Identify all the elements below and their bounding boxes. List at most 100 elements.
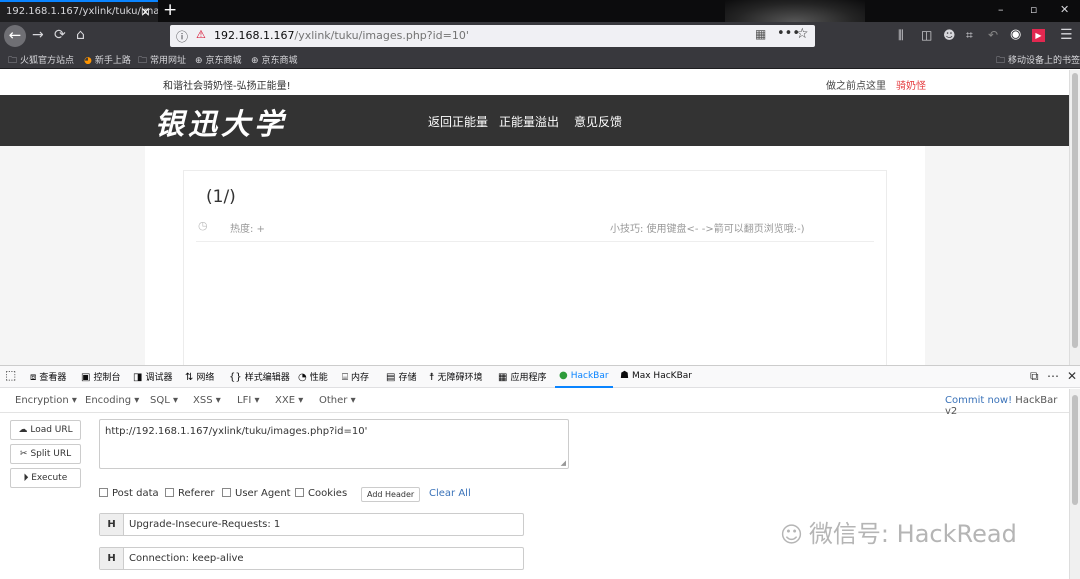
bookmark-item[interactable]: 🗀 火狐官方站点 [8,53,74,69]
extension-icon[interactable]: ◉ [1010,27,1021,43]
bookmark-item[interactable]: 🗀 常用网址 [138,53,186,69]
menu-xss[interactable]: XSS ▾ [193,395,221,406]
menu-encoding[interactable]: Encoding ▾ [85,395,139,406]
commit-link[interactable]: Commit now! HackBar v2 [945,395,1069,417]
forward-button[interactable]: → [32,27,44,43]
referer-checkbox[interactable]: Referer [165,488,214,499]
screenshot-icon[interactable]: ⌗ [966,27,973,43]
tab-hackbar[interactable]: ● HackBar [555,370,613,388]
bookmark-label: 火狐官方站点 [20,56,75,66]
load-url-label: Load URL [30,425,73,435]
header-value[interactable]: Upgrade-Insecure-Requests: 1 [129,519,280,530]
insecure-connection-icon[interactable]: ⚠ [196,28,206,41]
address-text[interactable]: 192.168.1.167/yxlink/tuku/images.php?id=… [214,29,469,42]
header-value[interactable]: Connection: keep-alive [129,553,244,564]
menu-other[interactable]: Other ▾ [319,395,356,406]
minimize-button[interactable]: – [998,3,1004,16]
clock-icon: ◷ [198,219,208,232]
load-url-button[interactable]: ☁ Load URL [10,420,81,440]
tab-style-editor[interactable]: {} 样式编辑器 [229,370,290,383]
post-data-checkbox[interactable]: Post data [99,488,159,499]
execute-button[interactable]: ⏵ Execute [10,468,81,488]
menu-encryption[interactable]: Encryption ▾ [15,395,77,406]
back-button[interactable]: ← [4,25,26,47]
tab-accessibility[interactable]: ☨ 无障碍环境 [429,370,482,383]
globe-icon: ⊕ [195,56,203,66]
tab-debugger[interactable]: ◨ 调试器 [133,370,172,383]
browser-tab[interactable]: 192.168.1.167/yxlink/tuku/imag × [0,0,158,22]
record-extension-icon[interactable]: ▶ [1032,29,1045,42]
bookmark-star-icon[interactable]: ☆ [796,26,809,42]
checkbox-box[interactable] [222,488,231,497]
watermark-text: 微信号: HackRead [808,520,1017,548]
nav-link-feedback[interactable]: 意见反馈 [574,113,622,130]
add-header-button[interactable]: Add Header [361,487,421,502]
application-icon: ▦ [498,372,508,383]
sidebar-icon[interactable]: ◫ [921,27,932,43]
scissors-icon: ✂ [19,449,28,459]
wechat-icon: ☺ [780,523,803,548]
page-scrollbar[interactable] [1069,70,1080,365]
resize-grip-icon[interactable]: ◢ [561,459,566,467]
tab-label: 样式编辑器 [244,373,290,383]
bookmark-item[interactable]: ⊕ 京东商城 [251,53,298,66]
nav-link-overflow[interactable]: 正能量溢出 [499,113,559,130]
home-button[interactable]: ⌂ [76,27,85,43]
scrollbar-thumb[interactable] [1072,395,1078,505]
tab-performance[interactable]: ◔ 性能 [298,370,328,383]
menu-xxe[interactable]: XXE ▾ [275,395,303,406]
hackbar-icon: ● [559,370,568,381]
qr-code-icon[interactable]: ▦ [755,27,766,41]
tab-application[interactable]: ▦ 应用程序 [498,370,546,383]
dock-toggle-icon[interactable]: ⧉ [1030,369,1039,384]
checkbox-box[interactable] [295,488,304,497]
prerequisite-link[interactable]: 做之前点这里 [826,77,886,92]
url-textarea-value: http://192.168.1.167/yxlink/tuku/images.… [105,426,368,437]
menu-lfi[interactable]: LFI ▾ [237,395,259,406]
heat-label: 热度: + [230,224,265,235]
bookmark-label: 新手上路 [94,56,131,66]
checkbox-box[interactable] [99,488,108,497]
user-agent-checkbox[interactable]: User Agent [222,488,291,499]
info-icon[interactable]: ⓘ [176,28,188,45]
cookies-checkbox[interactable]: Cookies [295,488,347,499]
tab-storage[interactable]: ▤ 存储 [386,370,416,383]
tab-close-icon[interactable]: × [140,5,151,20]
address-bar[interactable]: ⓘ ⚠ 192.168.1.167/yxlink/tuku/images.php… [170,25,815,47]
reload-button[interactable]: ⟳ [54,27,66,43]
pick-element-icon[interactable]: ⬚ [5,368,16,382]
menu-button[interactable]: ☰ [1060,27,1073,43]
split-url-button[interactable]: ✂ Split URL [10,444,81,464]
clear-all-link[interactable]: Clear All [429,488,471,499]
tab-max-hackbar[interactable]: ☗ Max HacKBar [620,370,692,381]
undo-icon[interactable]: ↶ [988,27,998,43]
firefox-icon: ◕ [84,56,92,66]
maximize-button[interactable]: ▫ [1030,3,1037,16]
menu-sql[interactable]: SQL ▾ [150,395,178,406]
more-options-icon[interactable]: ⋯ [1047,369,1059,383]
memory-icon: ⌸ [342,372,348,383]
style-editor-icon: {} [229,372,242,383]
bookmark-item[interactable]: ◕ 新手上路 [84,53,131,66]
header-row[interactable]: H Connection: keep-alive [99,547,524,570]
close-devtools-icon[interactable]: ✕ [1067,369,1077,383]
site-logo[interactable]: 银迅大学 [155,101,287,143]
close-window-button[interactable]: ✕ [1060,3,1069,16]
tab-inspector[interactable]: ⧈ 查看器 [30,370,66,383]
url-textarea[interactable]: http://192.168.1.167/yxlink/tuku/images.… [99,419,569,469]
tab-console[interactable]: ▣ 控制台 [81,370,120,383]
devtools-scrollbar[interactable] [1069,389,1080,579]
library-icon[interactable]: ⫼ [898,27,904,43]
nav-link-back[interactable]: 返回正能量 [428,113,488,130]
header-row[interactable]: H Upgrade-Insecure-Requests: 1 [99,513,524,536]
user-link[interactable]: 骑奶怪 [896,77,926,92]
checkbox-box[interactable] [165,488,174,497]
new-tab-button[interactable]: + [163,0,177,20]
tab-memory[interactable]: ⌸ 内存 [342,370,369,383]
scrollbar-thumb[interactable] [1072,73,1078,348]
navigation-toolbar: ← → ⟳ ⌂ ⓘ ⚠ 192.168.1.167/yxlink/tuku/im… [0,22,1080,50]
mobile-bookmarks[interactable]: 🗀 移动设备上的书签 [996,53,1080,69]
account-icon[interactable]: ☻ [943,27,956,43]
tab-network[interactable]: ⇅ 网络 [185,370,214,383]
bookmark-item[interactable]: ⊕ 京东商城 [195,53,242,66]
